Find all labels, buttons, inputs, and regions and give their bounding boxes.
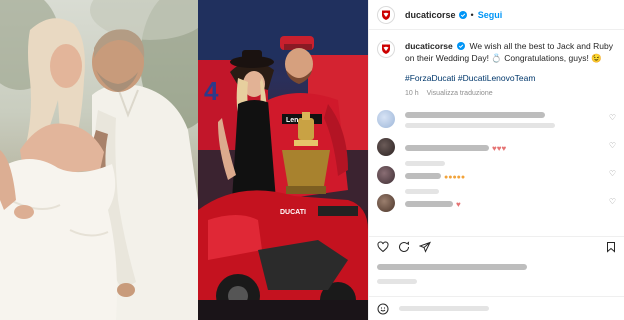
blurred-text [377, 279, 417, 284]
author-username[interactable]: ducaticorse [405, 10, 456, 20]
caption-username[interactable]: ducaticorse [405, 41, 453, 51]
podium-photo: 4 Lenovo [198, 0, 368, 320]
emoji-row: ●●●●● [444, 174, 466, 181]
podium-photo-illustration: 4 Lenovo [198, 0, 368, 320]
caption-body: ducaticorse We wish all the best to Jack… [405, 40, 616, 100]
instagram-post-panel: ducaticorse • Segui ducaticorse We wish … [368, 0, 624, 320]
ducati-shield-icon[interactable] [377, 40, 395, 58]
ducati-shield-icon[interactable] [377, 5, 395, 24]
comment-input[interactable] [399, 306, 489, 311]
svg-text:DUCATI: DUCATI [280, 209, 306, 216]
list-item: ♥♥♥ ♡ [369, 132, 624, 166]
comment-redacted [405, 110, 555, 128]
translation-link[interactable]: Visualizza traduzione [427, 90, 493, 97]
caption-line: ducaticorse We wish all the best to Jack… [405, 40, 616, 64]
blurred-text [405, 123, 555, 128]
header-separator: • [470, 9, 474, 20]
post-header: ducaticorse • Segui [369, 0, 624, 30]
heart-icon[interactable]: ♡ [609, 169, 616, 178]
comment-redacted: ♥ [405, 194, 461, 212]
comment-icon[interactable] [398, 240, 410, 253]
avatar[interactable] [377, 138, 395, 156]
heart-icon[interactable]: ♡ [609, 141, 616, 150]
comment-list: ♡ ♥♥♥ ♡ ●●●●● ♡ ♥ ♡ [369, 104, 624, 216]
blurred-text [405, 173, 441, 179]
avatar[interactable] [377, 194, 395, 212]
add-comment-bar[interactable] [369, 296, 624, 320]
avatar[interactable] [377, 110, 395, 128]
post-actions [369, 236, 624, 256]
heart-emoji: ♥♥♥ [492, 144, 507, 153]
wedding-photo-illustration [0, 0, 198, 320]
comment-redacted: ♥♥♥ [405, 138, 506, 166]
heart-emoji: ♥ [456, 200, 461, 209]
post-caption: ducaticorse We wish all the best to Jack… [369, 30, 624, 100]
share-icon[interactable] [419, 241, 431, 253]
emoji-icon[interactable] [377, 303, 389, 315]
heart-icon[interactable]: ♡ [609, 113, 616, 122]
caption-meta: 10 h Visualizza traduzione [405, 88, 616, 100]
avatar[interactable] [377, 166, 395, 184]
comment-redacted: ●●●●● [405, 166, 465, 194]
svg-text:4: 4 [204, 76, 219, 106]
caption-hashtags[interactable]: #ForzaDucati #DucatiLenovoTeam [405, 72, 616, 84]
post-time: 10 h [405, 90, 419, 97]
follow-button[interactable]: Segui [478, 10, 503, 20]
verified-badge-icon [457, 42, 466, 50]
blurred-text [399, 306, 489, 311]
post-date [377, 274, 417, 284]
blurred-text [405, 112, 545, 118]
verified-badge-icon [458, 10, 467, 19]
heart-icon[interactable] [377, 240, 389, 253]
list-item: ♡ [369, 104, 624, 132]
post-media[interactable]: 4 Lenovo [0, 0, 368, 320]
wedding-photo [0, 0, 198, 320]
likes-summary [377, 262, 527, 270]
blurred-text [377, 264, 527, 270]
heart-icon[interactable]: ♡ [609, 197, 616, 206]
blurred-text [405, 201, 453, 207]
blurred-text [405, 145, 489, 151]
bookmark-icon[interactable] [605, 241, 617, 253]
